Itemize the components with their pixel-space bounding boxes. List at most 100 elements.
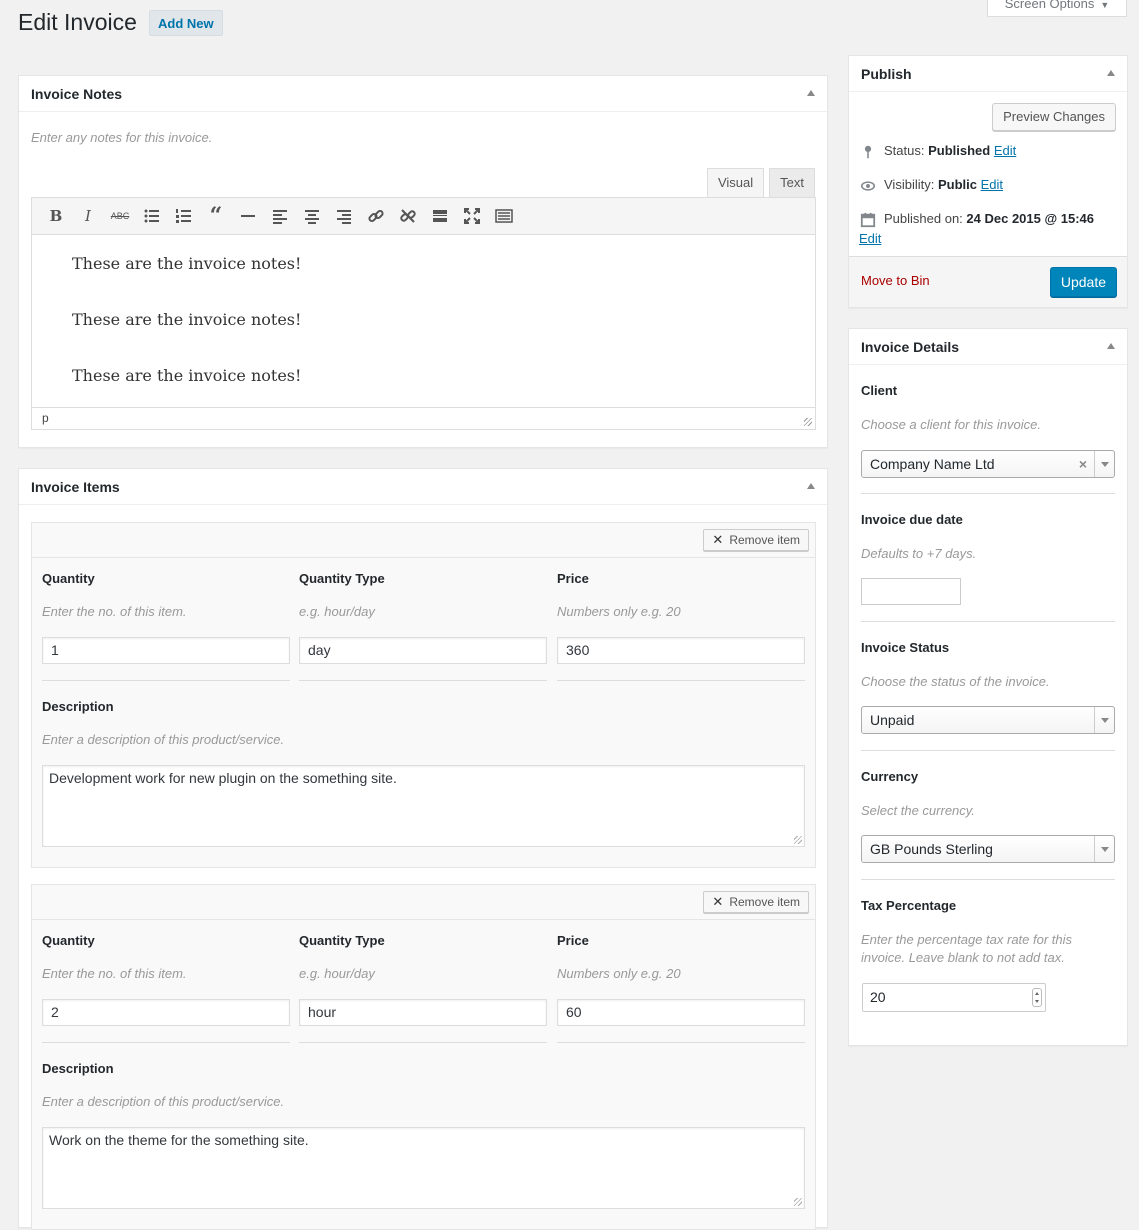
published-value: 24 Dec 2015 @ 15:46 <box>966 211 1095 226</box>
bold-icon[interactable]: B <box>40 201 72 231</box>
align-right-icon[interactable] <box>328 201 360 231</box>
element-path[interactable]: p <box>42 411 49 425</box>
remove-item-button[interactable]: ✕ Remove item <box>703 891 809 913</box>
description-label: Description <box>42 1061 114 1076</box>
align-center-icon[interactable] <box>296 201 328 231</box>
invoice-notes-title: Invoice Notes <box>31 86 123 102</box>
quantity-hint: Enter the no. of this item. <box>42 966 187 981</box>
bullet-list-icon[interactable] <box>136 201 168 231</box>
publish-title: Publish <box>861 66 912 82</box>
chevron-down-icon[interactable] <box>1094 836 1114 862</box>
preview-changes-button[interactable]: Preview Changes <box>992 103 1116 131</box>
quantity-input[interactable]: 2 <box>42 999 290 1026</box>
remove-link-icon[interactable] <box>392 201 424 231</box>
collapse-arrow-icon[interactable] <box>1107 343 1115 349</box>
notes-editor: B I ABC “ These are the invoice notes! T… <box>31 197 816 430</box>
status-value: Published <box>928 143 991 158</box>
invoice-notes-header[interactable]: Invoice Notes <box>19 76 827 112</box>
calendar-icon <box>859 211 877 229</box>
read-more-icon[interactable] <box>424 201 456 231</box>
tax-percentage-value: 20 <box>870 989 886 1005</box>
due-date-hint: Defaults to +7 days. <box>861 546 977 561</box>
invoice-items-header[interactable]: Invoice Items <box>19 469 827 505</box>
numbered-list-icon[interactable] <box>168 201 200 231</box>
collapse-arrow-icon[interactable] <box>807 90 815 96</box>
divider <box>557 680 805 681</box>
due-date-input[interactable] <box>861 578 961 605</box>
align-left-icon[interactable] <box>264 201 296 231</box>
client-select[interactable]: Company Name Ltd × <box>861 450 1115 478</box>
toolbar-toggle-icon[interactable] <box>488 201 520 231</box>
invoice-items-box: Invoice Items ✕ Remove item Quantity Ente… <box>18 468 828 1230</box>
add-new-button[interactable]: Add New <box>149 10 223 36</box>
remove-item-label: Remove item <box>729 895 800 909</box>
invoice-details-header[interactable]: Invoice Details <box>849 329 1127 365</box>
move-to-bin-link[interactable]: Move to Bin <box>861 273 930 288</box>
description-textarea[interactable]: Development work for new plugin on the s… <box>42 765 805 847</box>
tab-visual[interactable]: Visual <box>706 168 765 197</box>
edit-visibility-link[interactable]: Edit <box>981 177 1003 192</box>
notes-paragraph: These are the invoice notes! <box>72 366 302 385</box>
price-input[interactable]: 60 <box>557 999 805 1026</box>
publish-header[interactable]: Publish <box>849 56 1127 92</box>
visibility-value: Public <box>937 177 977 192</box>
divider <box>861 879 1115 880</box>
italic-icon[interactable]: I <box>72 201 104 231</box>
strikethrough-icon[interactable]: ABC <box>104 201 136 231</box>
collapse-arrow-icon[interactable] <box>807 483 815 489</box>
pin-icon <box>859 143 877 161</box>
editor-path-bar: p <box>32 407 815 429</box>
collapse-arrow-icon[interactable] <box>1107 70 1115 76</box>
visibility-row: Visibility: Public Edit <box>859 177 1003 195</box>
currency-select[interactable]: GB Pounds Sterling <box>861 835 1115 863</box>
resize-handle-icon[interactable] <box>804 418 812 426</box>
tab-text[interactable]: Text <box>769 168 815 197</box>
clear-icon[interactable]: × <box>1079 451 1087 477</box>
update-button[interactable]: Update <box>1049 267 1117 297</box>
quantity-label: Quantity <box>42 571 95 586</box>
edit-date-link[interactable]: Edit <box>859 231 1119 246</box>
invoice-status-value: Unpaid <box>870 712 915 728</box>
blockquote-icon[interactable]: “ <box>200 201 232 231</box>
currency-label: Currency <box>861 769 919 784</box>
notes-paragraph: These are the invoice notes! <box>72 254 302 273</box>
price-hint: Numbers only e.g. 20 <box>557 604 681 619</box>
fullscreen-icon[interactable] <box>456 201 488 231</box>
insert-link-icon[interactable] <box>360 201 392 231</box>
quantity-input[interactable]: 1 <box>42 637 290 664</box>
quantity-type-hint: e.g. hour/day <box>299 604 375 619</box>
invoice-details-title: Invoice Details <box>861 339 960 355</box>
client-hint: Choose a client for this invoice. <box>861 417 1041 432</box>
quantity-type-input[interactable]: hour <box>299 999 547 1026</box>
price-label: Price <box>557 933 589 948</box>
quantity-type-field: Quantity Type e.g. hour/day <box>299 571 385 619</box>
invoice-items-title: Invoice Items <box>31 479 120 495</box>
chevron-down-icon[interactable] <box>1094 451 1114 477</box>
edit-status-link[interactable]: Edit <box>994 143 1016 158</box>
price-hint: Numbers only e.g. 20 <box>557 966 681 981</box>
divider <box>861 621 1115 622</box>
price-label: Price <box>557 571 589 586</box>
quantity-type-field: Quantity Type e.g. hour/day <box>299 933 385 981</box>
resize-handle-icon[interactable] <box>794 1198 802 1206</box>
invoice-status-select[interactable]: Unpaid <box>861 706 1115 734</box>
chevron-down-icon[interactable] <box>1094 707 1114 733</box>
resize-handle-icon[interactable] <box>794 836 802 844</box>
quantity-field: Quantity Enter the no. of this item. <box>42 571 187 619</box>
horizontal-rule-icon[interactable] <box>232 201 264 231</box>
description-hint: Enter a description of this product/serv… <box>42 1094 285 1109</box>
editor-content[interactable]: These are the invoice notes! These are t… <box>32 235 815 408</box>
screen-options-button[interactable]: Screen Options ▼ <box>987 0 1127 17</box>
tax-percentage-input[interactable]: 20 <box>862 983 1046 1012</box>
description-label: Description <box>42 699 114 714</box>
description-textarea[interactable]: Work on the theme for the something site… <box>42 1127 805 1209</box>
spinner-icon[interactable] <box>1032 988 1042 1007</box>
published-on-row: Published on: 24 Dec 2015 @ 15:46 Edit <box>859 211 1119 246</box>
quantity-type-input[interactable]: day <box>299 637 547 664</box>
remove-item-button[interactable]: ✕ Remove item <box>703 529 809 551</box>
price-input[interactable]: 360 <box>557 637 805 664</box>
divider <box>299 680 547 681</box>
divider <box>861 750 1115 751</box>
divider <box>42 680 290 681</box>
close-icon: ✕ <box>712 894 724 909</box>
